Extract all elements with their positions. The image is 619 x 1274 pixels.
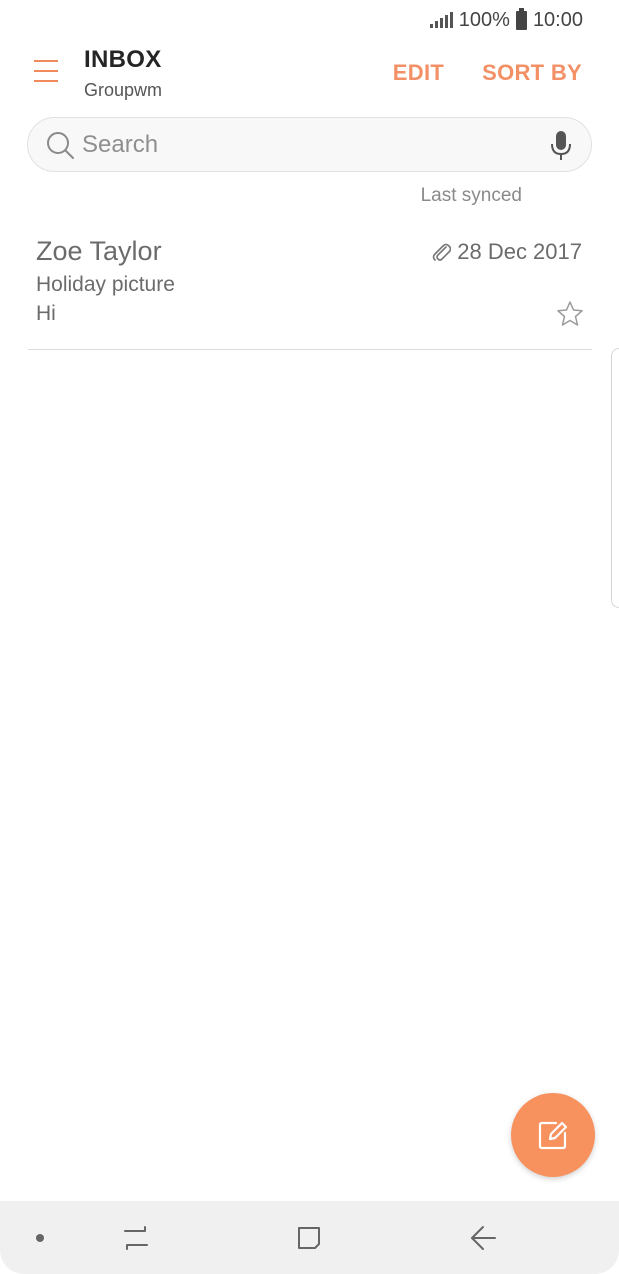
account-name: Groupwm <box>84 80 163 100</box>
home-icon <box>298 1226 320 1249</box>
signal-icon <box>429 12 453 28</box>
last-synced-label: Last synced <box>420 185 522 206</box>
edge-panel-handle[interactable] <box>611 348 619 608</box>
header-actions: EDIT SORT BY <box>393 60 582 86</box>
status-bar: 100% 10:00 <box>429 0 583 40</box>
message-subject: Holiday picture <box>36 273 175 296</box>
search-input[interactable] <box>82 118 552 171</box>
app-header: INBOX Groupwm EDIT SORT BY <box>0 44 619 104</box>
message-sender: Zoe Taylor <box>36 236 162 266</box>
hamburger-menu-icon[interactable] <box>34 58 58 84</box>
star-icon[interactable] <box>556 300 584 328</box>
search-bar[interactable] <box>27 117 592 172</box>
back-icon <box>471 1225 496 1250</box>
recent-apps-button[interactable] <box>110 1201 162 1274</box>
attachment-icon <box>432 243 452 261</box>
message-date: 28 Dec 2017 <box>457 239 582 264</box>
home-button[interactable] <box>282 1201 336 1274</box>
navigation-bar <box>0 1201 619 1274</box>
message-meta: 28 Dec 2017 <box>431 239 582 265</box>
page-title: INBOX <box>84 46 162 73</box>
battery-percentage: 100% <box>458 8 510 31</box>
compose-icon <box>538 1121 568 1150</box>
recent-apps-icon <box>124 1225 148 1250</box>
edit-button[interactable]: EDIT <box>393 60 444 86</box>
message-preview: Hi <box>36 302 56 325</box>
dot-icon <box>36 1233 44 1242</box>
back-button[interactable] <box>456 1201 510 1274</box>
compose-button[interactable] <box>511 1093 595 1177</box>
battery-icon <box>515 7 527 30</box>
nav-dot-button[interactable] <box>20 1201 60 1274</box>
sort-by-button[interactable]: SORT BY <box>482 60 582 86</box>
email-app-screen: 100% 10:00 INBOX Groupwm EDIT SORT BY La… <box>0 0 619 1274</box>
clock: 10:00 <box>532 8 583 31</box>
title-block: INBOX Groupwm <box>84 46 162 101</box>
mic-icon[interactable] <box>549 130 573 162</box>
message-list-item[interactable]: Zoe Taylor Holiday picture Hi 28 Dec 201… <box>28 226 592 350</box>
search-icon <box>47 132 74 159</box>
